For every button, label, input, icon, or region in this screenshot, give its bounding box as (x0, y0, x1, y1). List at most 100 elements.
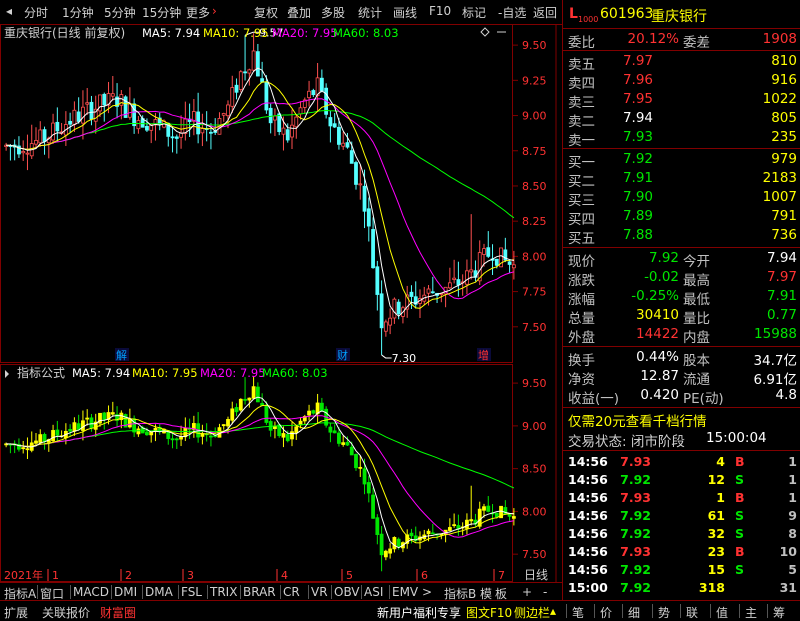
event-label-2[interactable]: 增 (478, 348, 489, 362)
chevron-left-icon[interactable]: ◂ (6, 4, 12, 18)
main-ma-label-3: MA60: 8.03 (333, 26, 399, 40)
main-y-tick-label: 8.75 (522, 145, 547, 158)
ask-price: 7.94 (622, 110, 653, 126)
indicator-tab-9[interactable]: VR (311, 585, 328, 599)
panel-tab-6[interactable]: 主 (745, 604, 757, 621)
period-label[interactable]: 日线 (524, 568, 548, 582)
candle (72, 101, 77, 133)
toolbar-right-button-3[interactable]: 统计 (358, 4, 382, 21)
candle (34, 432, 38, 447)
candle (110, 401, 115, 417)
indicator-tab-8[interactable]: CR (283, 585, 300, 599)
bottom-middle-button-2[interactable]: 侧边栏 (514, 604, 550, 621)
panel-tab-5[interactable]: 值 (716, 604, 728, 621)
bottom-left-button-1[interactable]: 关联报价 (42, 604, 90, 621)
indicator-right-button-3[interactable]: + (522, 585, 532, 599)
ask-row-4: 卖四 7.96 916 (563, 71, 800, 92)
stock-name: 重庆银行 (651, 9, 707, 25)
month-label-5: 6 (421, 569, 428, 582)
quote-label: 涨跌 (568, 273, 595, 289)
tick-volume: 32 (707, 526, 725, 541)
panel-tab-3[interactable]: 势 (658, 604, 670, 621)
panel-tab-4[interactable]: 联 (686, 604, 698, 621)
diamond-icon[interactable] (480, 27, 490, 37)
ask-row-3: 卖三 7.95 1022 (563, 90, 800, 111)
tab-divider (652, 604, 653, 618)
toolbar-more-button[interactable]: 更多 (186, 4, 210, 21)
indicator-tab-3[interactable]: DMI (114, 585, 137, 599)
bid-label: 买五 (568, 231, 595, 247)
candle (157, 424, 162, 435)
ask-volume: 235 (771, 129, 797, 145)
panel-tab-1[interactable]: 价 (600, 604, 612, 621)
candle (302, 97, 307, 114)
candle (76, 97, 81, 124)
bottom-left-button-0[interactable]: 扩展 (4, 604, 28, 621)
ask-label: 卖二 (568, 114, 595, 130)
quote-label-2: 最低 (683, 292, 710, 308)
candle (268, 418, 273, 437)
indicator-tab-6[interactable]: TRIX (210, 585, 237, 599)
tick-side: B (735, 544, 745, 559)
quote-label: 总量 (568, 311, 595, 327)
fundamental-label-2: 流通 (683, 372, 710, 388)
bottom-middle-button-0[interactable]: 新用户福利专享 (377, 604, 461, 621)
indicator-tab-11[interactable]: ASI (364, 585, 383, 599)
ask-price: 7.97 (622, 53, 653, 69)
tick-count: 1 (788, 472, 797, 487)
chevron-up-icon[interactable]: ▴ (550, 604, 556, 618)
toolbar-right-button-6[interactable]: 标记 (462, 4, 486, 21)
panel-tab-7[interactable]: 筹 (773, 604, 785, 621)
event-label-0[interactable]: 解 (116, 348, 127, 362)
event-label-1[interactable]: 财 (337, 348, 348, 362)
chevron-right-icon[interactable] (5, 370, 9, 378)
indicator-tab-12[interactable]: EMV (392, 585, 418, 599)
tab-divider (680, 604, 681, 618)
bottom-middle-button-1[interactable]: 图文F10 (466, 604, 512, 621)
candle (486, 496, 491, 513)
panel-tab-0[interactable]: 笔 (572, 604, 584, 621)
indicator-right-button-4[interactable]: - (543, 585, 547, 599)
promo-link[interactable]: 仅需20元查看千档行情 (568, 410, 707, 430)
indicator-tab-10[interactable]: OBV (334, 585, 360, 599)
bottom-left-button-2[interactable]: 财富圈 (100, 604, 136, 621)
indicator-tab-5[interactable]: FSL (181, 585, 202, 599)
toolbar-1min-button[interactable]: 1分钟 (62, 4, 94, 21)
candle (115, 83, 119, 119)
toolbar-minute-button[interactable]: 分时 (24, 4, 48, 21)
quote-value: -0.02 (644, 269, 679, 285)
kline-chart[interactable]: 9.50 9.25 9.00 8.75 8.50 8.25 8.00 7.75 7.50 9.50… (0, 24, 562, 582)
promo-row[interactable]: 仅需20元查看千档行情 (563, 409, 800, 430)
bid-volume: 791 (771, 208, 797, 224)
main-y-tick-label: 7.75 (522, 286, 547, 299)
toolbar-15min-button[interactable]: 15分钟 (142, 4, 181, 21)
indicator-tab-4[interactable]: DMA (145, 585, 173, 599)
toolbar-right-button-4[interactable]: 画线 (393, 4, 417, 21)
candle (405, 285, 410, 318)
toolbar-right-button-5[interactable]: F10 (429, 4, 451, 18)
candle (358, 455, 363, 477)
toolbar-right-button-8[interactable]: 返回 (533, 4, 557, 21)
tick-volume: 23 (707, 544, 725, 559)
month-label-6: 7 (498, 569, 505, 582)
candle (413, 526, 418, 544)
tick-price: 7.92 (620, 508, 651, 523)
toolbar-5min-button[interactable]: 5分钟 (104, 4, 136, 21)
panel-tab-2[interactable]: 细 (628, 604, 640, 621)
candle (307, 80, 311, 107)
indicator-tab-2[interactable]: MACD (73, 585, 109, 599)
candle (217, 423, 222, 438)
more-arrow-icon[interactable]: › (212, 4, 217, 18)
toolbar-right-button-1[interactable]: 叠加 (287, 4, 311, 21)
main-y-tick-label: 7.50 (522, 321, 547, 334)
tick-price: 7.92 (620, 562, 651, 577)
indicator-tab-7[interactable]: BRAR (243, 585, 276, 599)
toolbar-right-button-2[interactable]: 多股 (321, 4, 345, 21)
toolbar-right-button-0[interactable]: 复权 (254, 4, 278, 21)
more-tabs-arrow-icon[interactable]: > (422, 585, 432, 599)
candle (221, 112, 226, 122)
tab-divider (142, 585, 143, 599)
tab-divider (111, 585, 112, 599)
tab-divider (594, 604, 595, 618)
toolbar-right-button-7[interactable]: -自选 (498, 4, 526, 21)
